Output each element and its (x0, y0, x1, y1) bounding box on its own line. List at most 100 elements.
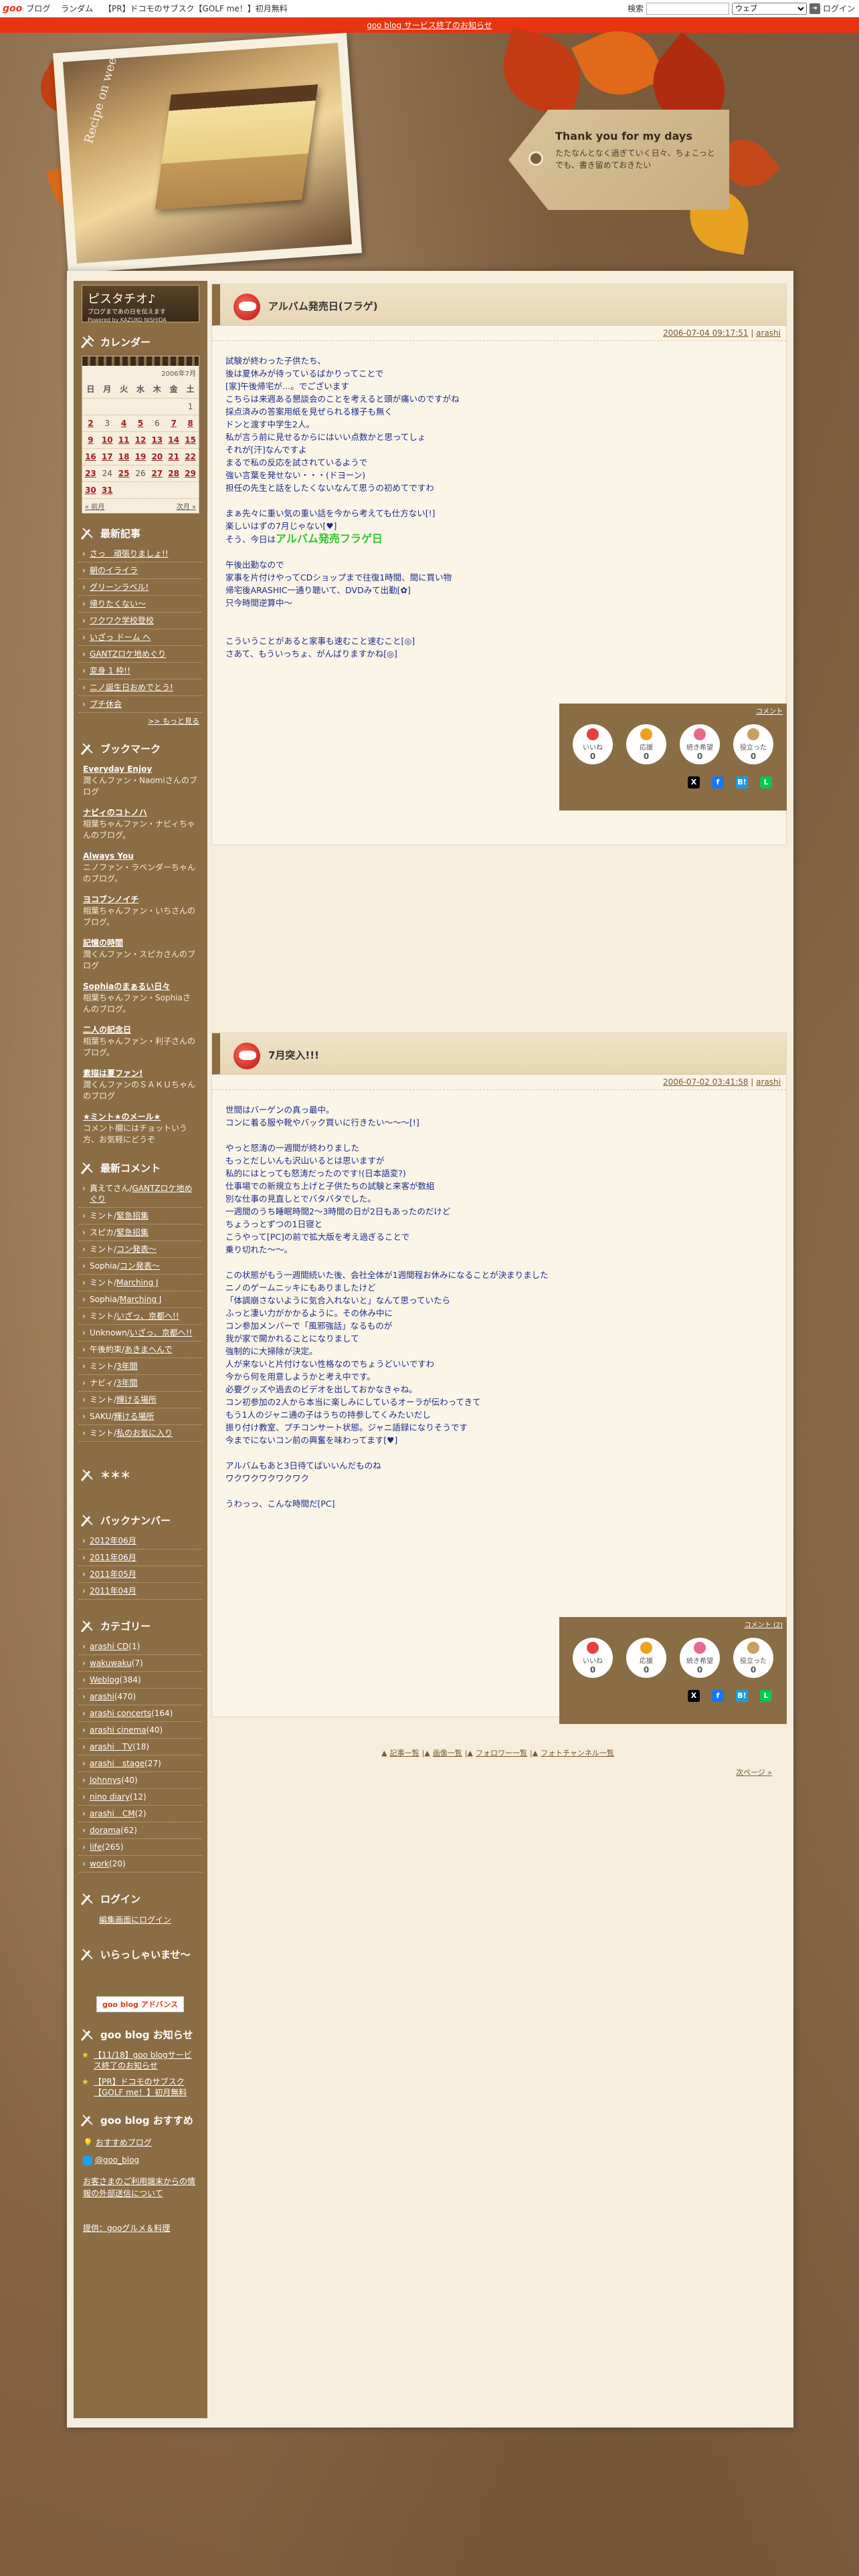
list-item[interactable]: さっ 頑張りましょ!! (79, 546, 202, 562)
list-link-photochannels[interactable]: フォトチャンネル一覧 (541, 1749, 614, 1757)
topbar-link-blog[interactable]: ブログ (26, 4, 50, 13)
list-item[interactable]: 朝のイライラ (79, 562, 202, 579)
category-item[interactable]: work(20) (79, 1856, 202, 1872)
backnumber-item[interactable]: 2012年06月 (79, 1533, 202, 1549)
backnumber-item[interactable]: 2011年06月 (79, 1549, 202, 1566)
calendar-prev[interactable]: « 前月 (85, 501, 104, 511)
list-link-followers[interactable]: フォロワー一覧 (476, 1749, 527, 1757)
calendar-day[interactable]: 8 (182, 415, 199, 432)
calendar-day[interactable]: 2 (82, 415, 99, 432)
hatena-share-icon[interactable]: B! (736, 776, 748, 788)
search-input[interactable] (646, 2, 729, 15)
calendar-day[interactable]: 28 (165, 465, 183, 482)
facebook-share-icon[interactable]: f (712, 776, 724, 788)
search-type-select[interactable]: ウェブ (731, 2, 807, 15)
calendar-day[interactable]: 11 (115, 431, 132, 449)
list-link-articles[interactable]: 記事一覧 (390, 1749, 419, 1757)
category-item[interactable]: arashi cinema(40) (79, 1722, 202, 1739)
comment-item[interactable]: SAKU/輝ける場所 (79, 1408, 202, 1425)
calendar-day[interactable]: 20 (149, 448, 166, 465)
facebook-share-icon[interactable]: f (712, 1690, 724, 1702)
calendar-day[interactable]: 29 (182, 465, 199, 482)
topbar-link-random[interactable]: ランダム (61, 4, 93, 13)
next-page-link[interactable]: 次ページ » (736, 1767, 772, 1778)
x-share-icon[interactable]: X (688, 1690, 700, 1702)
login-icon[interactable]: ➜ (809, 3, 820, 14)
line-share-icon[interactable]: L (760, 776, 772, 788)
list-item[interactable]: 帰りたくない～ (79, 596, 202, 613)
comment-item[interactable]: Unknown/いざっ、京都へ!! (79, 1325, 202, 1341)
post-author[interactable]: arashi (756, 328, 781, 338)
post-title[interactable]: アルバム発売日(フラゲ) (268, 299, 378, 313)
calendar-day[interactable]: 30 (82, 481, 99, 499)
bookmark-name[interactable]: ヨコブンノイチ (83, 894, 198, 905)
list-item[interactable]: 変身 1 枠!! (79, 663, 202, 679)
category-item[interactable]: arashi CD(1) (79, 1638, 202, 1655)
comment-item[interactable]: ミント/輝ける場所 (79, 1392, 202, 1408)
post-date[interactable]: 2006-07-04 09:17:51 (663, 328, 748, 338)
comment-link[interactable]: コメント (559, 704, 787, 718)
category-item[interactable]: wakuwaku(7) (79, 1655, 202, 1672)
twitter-link[interactable]: @goo_blog (83, 2154, 198, 2166)
line-share-icon[interactable]: L (760, 1690, 772, 1702)
post-title[interactable]: 7月突入!!! (268, 1048, 319, 1062)
calendar-day[interactable]: 15 (182, 431, 199, 449)
calendar-day[interactable]: 9 (82, 431, 99, 449)
backnumber-item[interactable]: 2011年05月 (79, 1566, 202, 1583)
reaction-button[interactable]: 続き希望 0 (680, 724, 720, 764)
calendar-day[interactable]: 13 (149, 431, 166, 449)
hatena-share-icon[interactable]: B! (736, 1690, 748, 1702)
category-item[interactable]: Johnnys(40) (79, 1772, 202, 1789)
calendar-day[interactable]: 14 (165, 431, 183, 449)
post-date[interactable]: 2006-07-02 03:41:58 (663, 1077, 748, 1087)
calendar-day[interactable]: 18 (115, 448, 132, 465)
comment-item[interactable]: ミント/3年間 (79, 1358, 202, 1375)
calendar-day[interactable]: 31 (98, 481, 116, 499)
calendar-day[interactable]: 23 (82, 465, 99, 482)
advance-button[interactable]: goo blog アドバンス (96, 1996, 185, 2012)
category-item[interactable]: dorama(62) (79, 1822, 202, 1839)
list-item[interactable]: プチ休会 (79, 696, 202, 713)
comment-item[interactable]: ミント/いざっ、京都へ!! (79, 1308, 202, 1325)
calendar-day[interactable]: 27 (149, 465, 166, 482)
gourmet-footer-link[interactable]: 提供：gooグルメ＆料理 (83, 2222, 198, 2234)
list-link-images[interactable]: 画像一覧 (433, 1749, 462, 1757)
login-link[interactable]: ログイン (823, 3, 855, 14)
bookmark-name[interactable]: 二人の記念日 (83, 1025, 198, 1036)
calendar-day[interactable]: 19 (132, 448, 149, 465)
reaction-button[interactable]: 役立った 0 (733, 1638, 773, 1678)
reaction-button[interactable]: いいね 0 (573, 1638, 613, 1678)
comment-item[interactable]: ミント/緊急招集 (79, 1208, 202, 1224)
comment-item[interactable]: Sophia/コン発表～ (79, 1258, 202, 1275)
comment-item[interactable]: スピカ/緊急招集 (79, 1224, 202, 1241)
bookmark-name[interactable]: ナビィのコトノハ (83, 807, 198, 819)
reaction-button[interactable]: 役立った 0 (733, 724, 773, 764)
category-item[interactable]: arashi CM(2) (79, 1806, 202, 1822)
calendar-day[interactable]: 21 (165, 448, 183, 465)
calendar-day[interactable]: 16 (82, 448, 99, 465)
calendar-day[interactable]: 10 (98, 431, 116, 449)
blog-title-banner[interactable]: ピスタチオ♪ ブログまであの日を伝えます Powered by KAZUKO N… (82, 285, 199, 323)
comment-link[interactable]: コメント (2) (559, 1617, 787, 1631)
goo-news-item[interactable]: 【11/18】goo blogサービス終了のお知らせ (79, 2047, 202, 2074)
comment-item[interactable]: ミント/私のお気に入り (79, 1425, 202, 1442)
calendar-day[interactable]: 25 (115, 465, 132, 482)
category-item[interactable]: arashi stage(27) (79, 1755, 202, 1772)
comment-item[interactable]: 午後約束/あきまへんで (79, 1341, 202, 1358)
calendar-day[interactable]: 7 (165, 415, 183, 432)
goo-logo[interactable]: goo (3, 3, 22, 14)
post-author[interactable]: arashi (756, 1077, 781, 1087)
category-item[interactable]: arashi TV(18) (79, 1739, 202, 1755)
bookmark-name[interactable]: 記憶の時間 (83, 938, 198, 949)
comment-item[interactable]: Sophia/Marching J (79, 1291, 202, 1308)
list-item[interactable]: グリーンラベル! (79, 579, 202, 596)
category-item[interactable]: life(265) (79, 1839, 202, 1856)
calendar-day[interactable]: 5 (132, 415, 149, 432)
list-item[interactable]: いざっ ドーム へ (79, 629, 202, 646)
category-item[interactable]: Weblog(384) (79, 1672, 202, 1689)
more-link[interactable]: >> もっと見る (79, 713, 202, 729)
category-item[interactable]: arashi(470) (79, 1689, 202, 1705)
comment-item[interactable]: ナビィ/3年間 (79, 1375, 202, 1392)
comment-item[interactable]: 真えてさん/GANTZロケ地めぐり (79, 1180, 202, 1208)
calendar-day[interactable]: 4 (115, 415, 132, 432)
